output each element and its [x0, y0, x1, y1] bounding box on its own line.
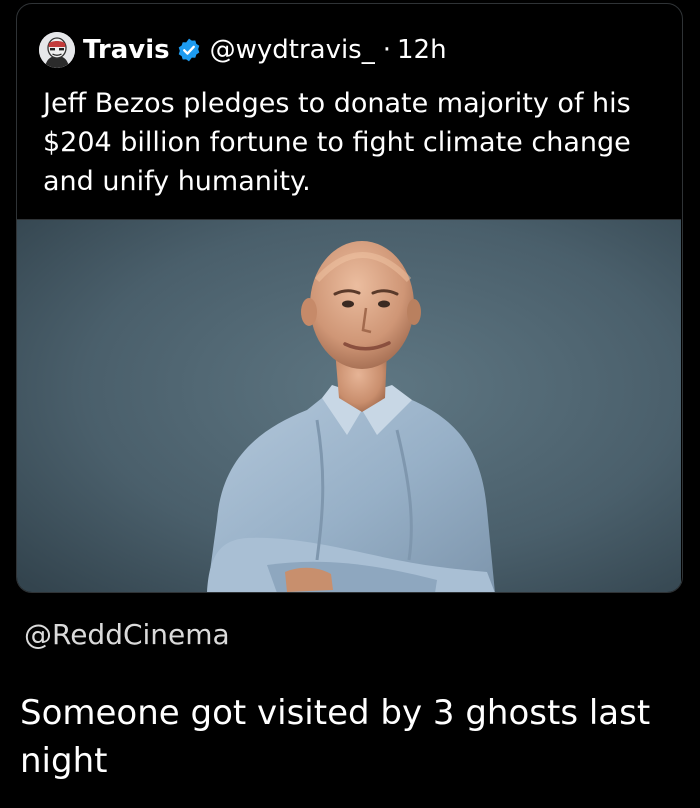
- meme-caption: Someone got visited by 3 ghosts last nig…: [20, 693, 651, 781]
- embedded-tweet-card[interactable]: Travis @wydtravis_ · 12h Jeff Bezos pled…: [16, 3, 683, 593]
- separator-dot: ·: [382, 35, 391, 65]
- tweet-photo[interactable]: [17, 219, 681, 592]
- verified-badge-icon: [178, 38, 199, 62]
- author-name[interactable]: Travis: [83, 33, 170, 67]
- tweet-header: Travis @wydtravis_ · 12h: [39, 32, 447, 68]
- author-handle[interactable]: @wydtravis_: [210, 33, 375, 67]
- tweet-timestamp[interactable]: 12h: [397, 33, 447, 67]
- author-avatar[interactable]: [39, 32, 75, 68]
- source-credit: @ReddCinema: [24, 618, 230, 651]
- masked-face-avatar-icon: [39, 32, 75, 68]
- portrait-photo: [17, 220, 681, 592]
- tweet-text: Jeff Bezos pledges to donate majority of…: [43, 88, 631, 197]
